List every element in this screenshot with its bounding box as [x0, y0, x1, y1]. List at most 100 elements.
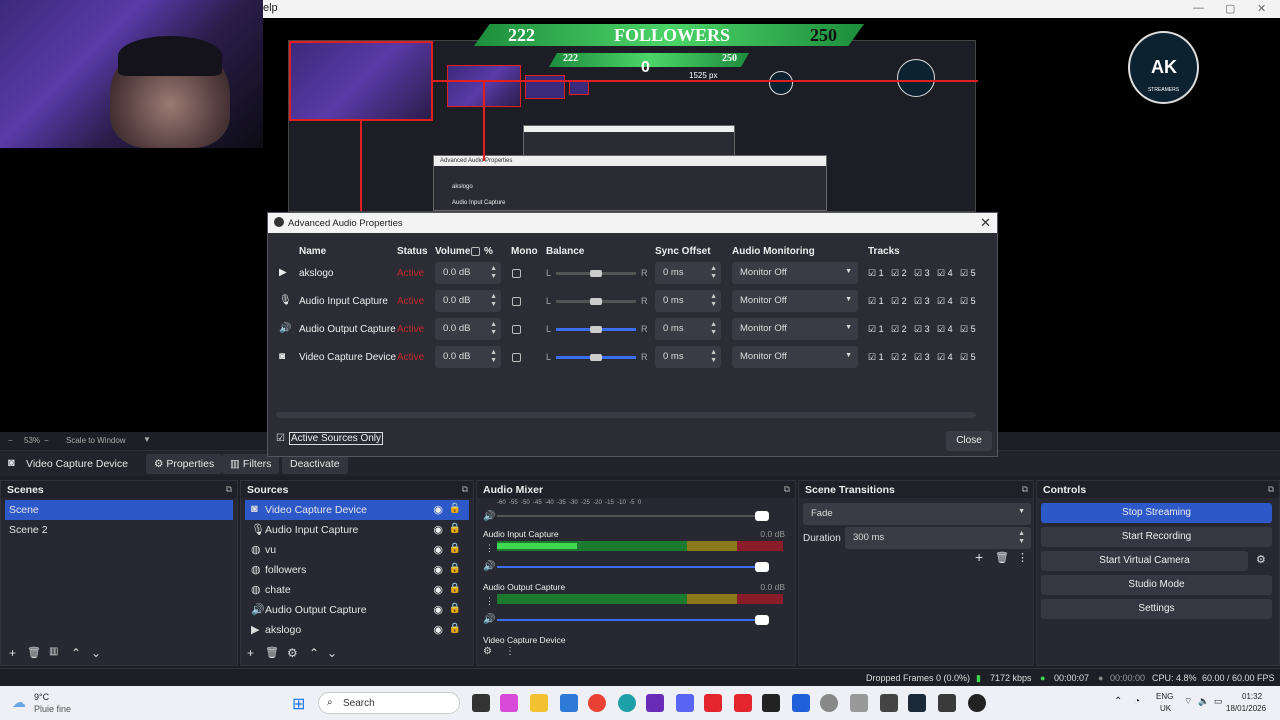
stop-streaming-button[interactable]: Stop Streaming [1041, 503, 1272, 523]
track-checkbox[interactable]: ☑ 1 [868, 324, 884, 335]
horizontal-scrollbar[interactable] [276, 412, 976, 418]
speaker-icon[interactable]: 🔊 [483, 614, 495, 625]
track-checkbox[interactable]: ☑ 4 [937, 352, 953, 363]
track-checkbox[interactable]: ☑ 5 [960, 352, 976, 363]
eye-icon[interactable]: ◉ [433, 603, 443, 616]
sync-offset-input[interactable]: 0 ms ▲ ▼ [655, 262, 721, 284]
track-checkbox[interactable]: ☑ 5 [960, 268, 976, 279]
taskbar-search[interactable]: ⌕ Search [318, 692, 460, 714]
mono-checkbox[interactable] [512, 353, 521, 362]
track-checkbox[interactable]: ☑ 2 [891, 352, 907, 363]
percent-checkbox[interactable] [471, 247, 480, 256]
eye-icon[interactable]: ◉ [433, 543, 443, 556]
clock-time[interactable]: 01:32 [1242, 692, 1262, 701]
lock-icon[interactable]: 🔒 [449, 603, 461, 614]
spin-up-icon[interactable]: ▲ [490, 265, 497, 273]
spin-up-icon[interactable]: ▲ [710, 293, 717, 301]
volume-input[interactable]: 0.0 dB ▲ ▼ [435, 318, 501, 340]
steam-icon[interactable] [908, 694, 926, 712]
track-checkbox[interactable]: ☑ 2 [891, 268, 907, 279]
add-icon[interactable]: + [975, 549, 983, 565]
wifi-icon[interactable]: ⌔ [1184, 696, 1192, 707]
task-view-icon[interactable] [472, 694, 490, 712]
scene-item[interactable]: Scene 2 [5, 520, 233, 540]
properties-button[interactable]: ⚙ Properties [146, 454, 223, 474]
eye-icon[interactable]: ◉ [433, 503, 443, 516]
mono-checkbox[interactable] [512, 325, 521, 334]
more-icon[interactable]: ⋮ [1017, 551, 1028, 564]
lock-icon[interactable]: 🔒 [449, 583, 461, 594]
filter-icon[interactable]: ▥ [49, 646, 58, 657]
spin-down-icon[interactable]: ▼ [710, 301, 717, 309]
lock-icon[interactable]: 🔒 [449, 523, 461, 534]
obs-icon[interactable] [968, 694, 986, 712]
volume-input[interactable]: 0.0 dB ▲ ▼ [435, 290, 501, 312]
windows-start-icon[interactable]: ⊞ [292, 694, 310, 713]
close-icon[interactable]: ✕ [980, 215, 991, 231]
chevron-down-icon[interactable]: ▼ [143, 435, 151, 444]
sync-offset-input[interactable]: 0 ms ▲ ▼ [655, 346, 721, 368]
track-checkbox[interactable]: ☑ 5 [960, 296, 976, 307]
gear-icon[interactable]: ⚙ [1256, 553, 1266, 566]
more-icon[interactable]: ⋮ [485, 543, 494, 554]
chevron-down-icon[interactable]: ⌄ [327, 646, 337, 660]
sync-offset-input[interactable]: 0 ms ▲ ▼ [655, 290, 721, 312]
clock-date[interactable]: 18/01/2026 [1226, 704, 1266, 713]
settings-button[interactable]: Settings [1041, 599, 1272, 619]
monitoring-select[interactable]: Monitor Off ▼ [732, 262, 858, 284]
app-icon-3[interactable] [762, 694, 780, 712]
track-checkbox[interactable]: ☑ 2 [891, 324, 907, 335]
app-icon-7[interactable] [938, 694, 956, 712]
track-checkbox[interactable]: ☑ 4 [937, 268, 953, 279]
balance-knob[interactable] [590, 326, 602, 333]
spin-down-icon[interactable]: ▼ [710, 357, 717, 365]
scene-item[interactable]: Scene [5, 500, 233, 520]
eye-icon[interactable]: ◉ [433, 583, 443, 596]
source-item[interactable]: ▶ akslogo ◉ 🔒 [245, 620, 469, 640]
spin-up-icon[interactable]: ▲ [710, 265, 717, 273]
region[interactable]: UK [1160, 704, 1171, 713]
app-icon-5[interactable] [850, 694, 868, 712]
track-checkbox[interactable]: ☑ 2 [891, 296, 907, 307]
spin-down-icon[interactable]: ▼ [490, 273, 497, 281]
lock-icon[interactable]: 🔒 [449, 543, 461, 554]
transition-select[interactable]: Fade ▼ [803, 503, 1031, 525]
weather-temp[interactable]: 9°C [34, 692, 49, 702]
chevron-up-icon[interactable]: ⌃ [1114, 696, 1122, 707]
discord-icon[interactable] [676, 694, 694, 712]
spin-down-icon[interactable]: ▼ [710, 273, 717, 281]
weather-desc[interactable]: Pluie fine [34, 704, 71, 714]
source-item[interactable]: ◍ chate ◉ 🔒 [245, 580, 469, 600]
copilot-icon[interactable] [500, 694, 518, 712]
app-icon-6[interactable] [880, 694, 898, 712]
undock-icon[interactable]: ⧉ [462, 484, 468, 495]
battery-icon[interactable]: ▭ [1214, 696, 1223, 707]
spin-up-icon[interactable]: ▲ [490, 293, 497, 301]
undock-icon[interactable]: ⧉ [1268, 484, 1274, 495]
active-sources-only-checkbox[interactable]: ☑ Active Sources Only [276, 432, 384, 445]
balance-knob[interactable] [590, 354, 602, 361]
volume-knob[interactable] [755, 511, 769, 521]
speaker-icon[interactable]: 🔊 [483, 511, 495, 522]
add-icon[interactable]: + [247, 646, 254, 660]
eye-icon[interactable]: ◉ [433, 563, 443, 576]
zoom-in-icon[interactable]: − [44, 436, 49, 445]
sync-offset-input[interactable]: 0 ms ▲ ▼ [655, 318, 721, 340]
volume-icon[interactable]: 🔈 [1198, 696, 1209, 707]
app-icon-1[interactable] [704, 694, 722, 712]
source-item[interactable]: ◍ followers ◉ 🔒 [245, 560, 469, 580]
eye-icon[interactable]: ◉ [433, 523, 443, 536]
lock-icon[interactable]: 🔒 [449, 503, 461, 514]
settings-app-icon[interactable] [820, 694, 838, 712]
spin-down-icon[interactable]: ▼ [490, 357, 497, 365]
start-recording-button[interactable]: Start Recording [1041, 527, 1272, 547]
spin-up-icon[interactable]: ▲ [490, 321, 497, 329]
volume-slider[interactable] [497, 615, 769, 625]
zoom-mode[interactable]: Scale to Window [66, 436, 126, 445]
lock-icon[interactable]: 🔒 [449, 623, 461, 634]
source-item[interactable]: ◍ vu ◉ 🔒 [245, 540, 469, 560]
lock-icon[interactable]: 🔒 [449, 563, 461, 574]
gear-icon[interactable]: ⚙ [483, 646, 492, 657]
source-item[interactable]: 🎙 Audio Input Capture ◉ 🔒 [245, 520, 469, 540]
app-icon-4[interactable] [792, 694, 810, 712]
